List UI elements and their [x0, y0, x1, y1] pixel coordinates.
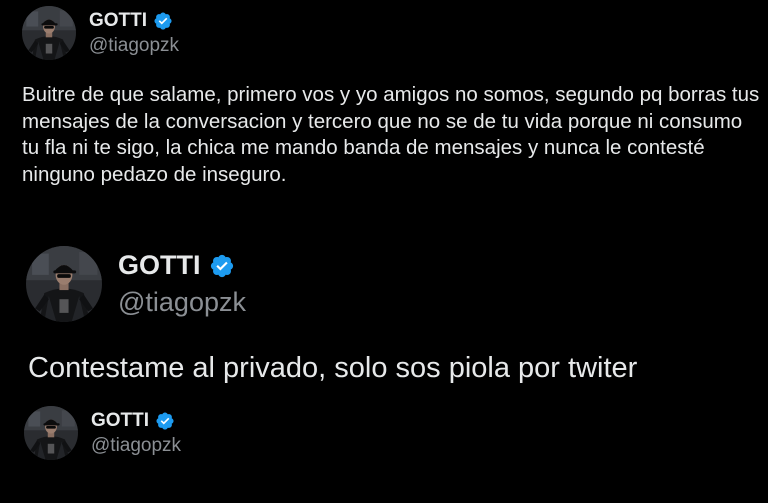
- display-name[interactable]: GOTTI: [118, 250, 201, 281]
- tweet-2-header: GOTTI @tiagopzk: [26, 246, 246, 322]
- tweet-1-header: GOTTI @tiagopzk: [22, 6, 179, 60]
- avatar[interactable]: [22, 6, 76, 60]
- user-handle[interactable]: @tiagopzk: [89, 35, 179, 57]
- display-name-row: GOTTI: [91, 410, 181, 432]
- verified-badge-icon: [209, 253, 235, 279]
- user-handle[interactable]: @tiagopzk: [91, 435, 181, 457]
- tweet-3-header: GOTTI @tiagopzk: [24, 406, 181, 460]
- avatar[interactable]: [24, 406, 78, 460]
- author-names: GOTTI @tiagopzk: [118, 250, 246, 318]
- display-name-row: GOTTI: [118, 250, 246, 281]
- display-name[interactable]: GOTTI: [91, 410, 149, 432]
- author-names: GOTTI @tiagopzk: [91, 410, 181, 457]
- verified-badge-icon: [155, 411, 175, 431]
- tweet-text: Contestame al privado, solo sos piola po…: [28, 352, 638, 384]
- tweet-text: Buitre de que salame, primero vos y yo a…: [22, 83, 760, 186]
- display-name[interactable]: GOTTI: [89, 10, 147, 32]
- avatar[interactable]: [26, 246, 102, 322]
- verified-badge-icon: [153, 11, 173, 31]
- author-names: GOTTI @tiagopzk: [89, 10, 179, 57]
- display-name-row: GOTTI: [89, 10, 179, 32]
- user-handle[interactable]: @tiagopzk: [118, 287, 246, 318]
